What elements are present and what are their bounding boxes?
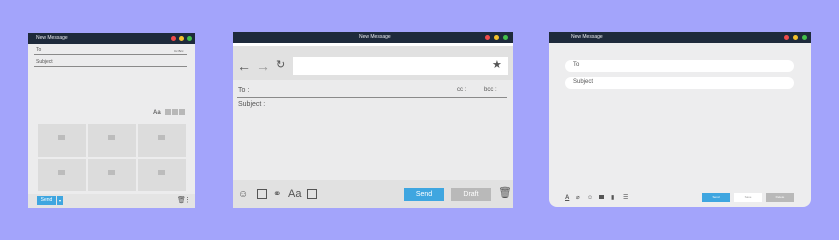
image-icon[interactable] xyxy=(599,195,604,199)
to-label: To : xyxy=(238,87,250,94)
format-underline-icon[interactable] xyxy=(179,109,185,115)
back-arrow-icon[interactable]: ← xyxy=(237,59,251,73)
maximize-icon[interactable] xyxy=(187,36,192,41)
title-bar: New Message xyxy=(233,32,513,43)
emoji-icon[interactable]: ☺ xyxy=(587,194,593,202)
send-button[interactable]: Send xyxy=(702,193,730,202)
format-label[interactable]: Aa xyxy=(153,110,161,116)
gif-icon[interactable] xyxy=(307,189,317,199)
format-italic-icon[interactable] xyxy=(172,109,178,115)
minimize-icon[interactable] xyxy=(793,35,798,40)
address-bar[interactable] xyxy=(293,57,508,75)
send-options-button[interactable]: ▾ xyxy=(57,196,63,205)
bookmark-star-icon[interactable]: ★ xyxy=(492,60,502,71)
subject-label: Subject xyxy=(573,79,594,85)
insert-image-icon[interactable] xyxy=(257,189,267,199)
image-grid xyxy=(38,124,186,191)
close-icon[interactable] xyxy=(784,35,789,40)
message-body[interactable] xyxy=(549,94,811,184)
format-bold-icon[interactable] xyxy=(165,109,171,115)
window-title: New Message xyxy=(359,34,391,40)
attach-icon[interactable]: ⌀ xyxy=(576,194,580,202)
to-field[interactable]: To xyxy=(565,60,794,72)
trash-icon[interactable]: 🗑 xyxy=(498,188,512,199)
save-label: Save xyxy=(744,195,752,199)
text-format-icon[interactable]: A xyxy=(565,194,569,202)
close-icon[interactable] xyxy=(485,35,490,40)
send-button[interactable]: Send xyxy=(404,188,444,201)
delete-button[interactable]: Delete xyxy=(766,193,794,202)
minimize-icon[interactable] xyxy=(179,36,184,41)
maximize-icon[interactable] xyxy=(802,35,807,40)
image-placeholder[interactable] xyxy=(88,124,136,157)
to-field[interactable] xyxy=(34,54,187,55)
message-body[interactable] xyxy=(233,112,513,179)
image-placeholder[interactable] xyxy=(38,124,86,157)
subject-label: Subject : xyxy=(238,101,266,108)
image-placeholder[interactable] xyxy=(88,158,136,191)
image-placeholder[interactable] xyxy=(138,124,186,157)
subject-field[interactable]: Subject xyxy=(565,77,794,89)
emoji-icon[interactable]: ☺ xyxy=(238,190,248,200)
send-label: Send xyxy=(415,191,433,198)
compose-window-2: New Message ← → ↻ ★ To : cc : bcc : Subj… xyxy=(233,32,513,208)
refresh-icon[interactable]: ↻ xyxy=(276,60,285,71)
title-bar: New Message xyxy=(549,32,811,43)
font-format-label[interactable]: Aa xyxy=(288,188,301,200)
cc-label[interactable]: cc : xyxy=(457,87,466,93)
more-options-icon[interactable]: ☰ xyxy=(623,194,628,202)
draft-button[interactable]: Draft xyxy=(451,188,491,201)
save-button[interactable]: Save xyxy=(734,193,762,202)
image-icon xyxy=(58,169,65,175)
more-options-icon[interactable]: ⋮ xyxy=(184,197,191,205)
send-label: Send xyxy=(712,195,720,199)
image-placeholder[interactable] xyxy=(138,158,186,191)
compose-window-1: New Message To Cc Bcc Subject Aa Send ▾ … xyxy=(28,33,195,208)
bcc-label[interactable]: bcc : xyxy=(484,87,497,93)
compose-window-3: New Message To Subject A ⌀ ☺ ▮ ☰ Send Sa… xyxy=(549,32,811,207)
maximize-icon[interactable] xyxy=(503,35,508,40)
link-icon[interactable]: ⚭ xyxy=(273,190,281,200)
draft-label: Draft xyxy=(463,191,479,198)
to-label: To xyxy=(36,47,42,53)
image-icon xyxy=(108,135,115,140)
minimize-icon[interactable] xyxy=(494,35,499,40)
subject-field[interactable] xyxy=(34,66,187,67)
image-icon xyxy=(108,169,115,175)
window-title: New Message xyxy=(36,35,68,41)
to-field[interactable] xyxy=(237,97,507,98)
forward-arrow-icon[interactable]: → xyxy=(256,59,270,73)
subject-label: Subject xyxy=(36,59,53,65)
send-label: Send xyxy=(40,197,53,203)
send-button[interactable]: Send xyxy=(37,196,56,205)
window-title: New Message xyxy=(571,34,603,40)
image-placeholder[interactable] xyxy=(38,158,86,191)
image-icon xyxy=(58,135,65,140)
image-icon xyxy=(158,135,165,140)
image-icon xyxy=(158,169,165,175)
title-bar: New Message xyxy=(28,33,195,44)
to-label: To xyxy=(573,62,580,68)
cc-bcc-label[interactable]: Cc Bcc xyxy=(174,49,184,53)
delete-label: Delete xyxy=(775,195,785,199)
close-icon[interactable] xyxy=(171,36,176,41)
trash-icon[interactable]: ▮ xyxy=(611,194,614,202)
